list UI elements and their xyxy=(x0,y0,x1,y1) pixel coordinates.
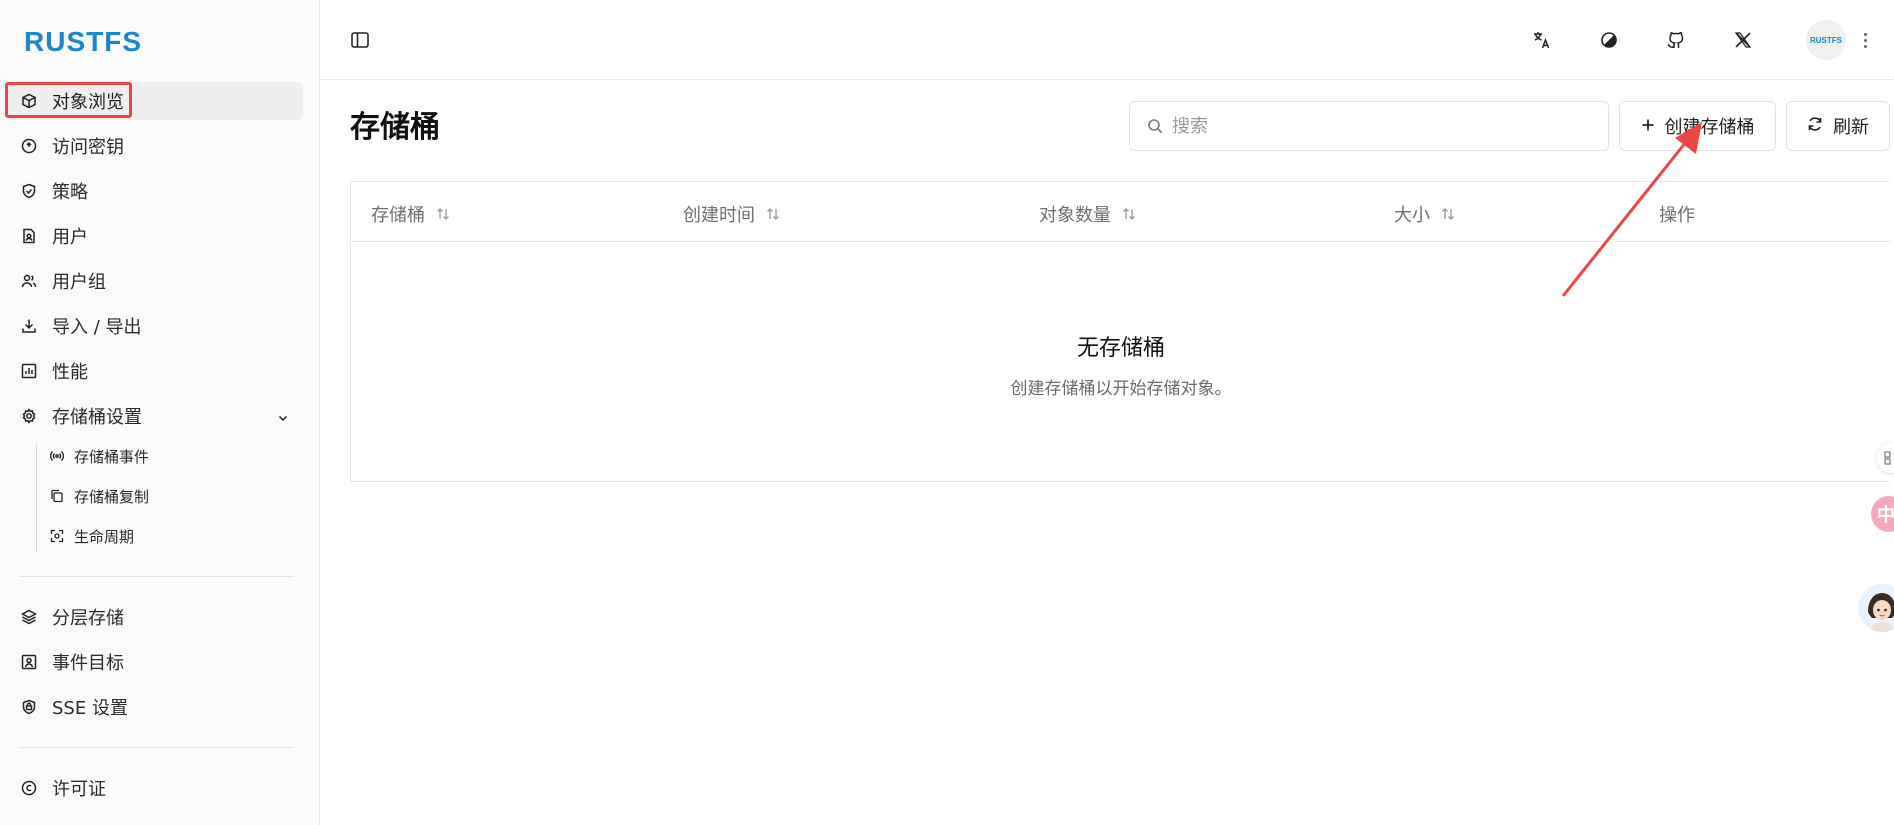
sidebar-subitem-label: 存储桶事件 xyxy=(74,447,150,466)
sidebar-item-bucket-settings[interactable]: 存储桶设置 xyxy=(8,397,303,435)
table-header: 存储桶 创建时间 对象数量 大小 操作 xyxy=(351,182,1891,242)
assistant-avatar-icon[interactable] xyxy=(1858,584,1894,632)
sort-icon[interactable] xyxy=(765,206,781,222)
sidebar-item-label: 事件目标 xyxy=(52,653,124,674)
sidebar-subitem-lifecycle[interactable]: 生命周期 xyxy=(50,521,134,551)
column-label: 创建时间 xyxy=(683,205,755,226)
buckets-table: 存储桶 创建时间 对象数量 大小 操作 无存储桶 创建存储桶以开始存储对象。 xyxy=(350,181,1891,482)
language-float-button[interactable]: 中 xyxy=(1871,496,1894,532)
sort-icon[interactable] xyxy=(435,206,451,222)
page-title: 存储桶 xyxy=(350,110,440,145)
box-icon xyxy=(20,92,38,110)
theme-icon[interactable] xyxy=(1597,28,1621,52)
broadcast-icon xyxy=(50,449,64,463)
column-header-object-count[interactable]: 对象数量 xyxy=(1039,201,1137,227)
sidebar-item-sse-settings[interactable]: SSE 设置 xyxy=(8,688,303,726)
sort-icon[interactable] xyxy=(1440,206,1456,222)
chevron-down-icon[interactable] xyxy=(277,409,289,428)
sidebar-item-label: 许可证 xyxy=(52,779,106,800)
sidebar-item-object-browser[interactable]: 对象浏览 xyxy=(8,82,303,120)
sidebar-item-tiered-storage[interactable]: 分层存储 xyxy=(8,598,303,636)
translate-icon[interactable] xyxy=(1530,28,1554,52)
sidebar-item-label: 分层存储 xyxy=(52,608,124,629)
sidebar-item-access-keys[interactable]: 访问密钥 xyxy=(8,127,303,165)
refresh-icon xyxy=(1807,116,1823,137)
search-box[interactable] xyxy=(1129,101,1609,151)
gear-icon xyxy=(20,407,38,425)
github-icon[interactable] xyxy=(1664,28,1688,52)
column-header-size[interactable]: 大小 xyxy=(1394,201,1456,227)
plus-icon xyxy=(1641,116,1655,137)
sidebar-item-users[interactable]: 用户 xyxy=(8,217,303,255)
column-header-bucket[interactable]: 存储桶 xyxy=(371,201,451,227)
sidebar-item-event-targets[interactable]: 事件目标 xyxy=(8,643,303,681)
shield-check-icon xyxy=(20,182,38,200)
sidebar-divider xyxy=(20,576,294,577)
user-file-icon xyxy=(20,227,38,245)
x-icon[interactable] xyxy=(1731,28,1755,52)
sse-icon xyxy=(20,698,38,716)
empty-state-title: 无存储桶 xyxy=(1076,336,1165,361)
sidebar-item-label: 策略 xyxy=(52,182,88,203)
avatar[interactable]: RUSTFS xyxy=(1806,20,1846,60)
search-input[interactable] xyxy=(1172,115,1592,137)
create-bucket-button[interactable]: 创建存储桶 xyxy=(1619,101,1776,151)
sidebar-item-label: 导入 / 导出 xyxy=(52,317,142,338)
sidebar-item-label: 性能 xyxy=(52,362,88,383)
sort-icon[interactable] xyxy=(1121,206,1137,222)
sidebar-item-label: 存储桶设置 xyxy=(52,407,142,428)
column-label: 操作 xyxy=(1659,205,1695,226)
column-header-actions: 操作 xyxy=(1659,201,1695,227)
sidebar-subitem-label: 生命周期 xyxy=(74,527,135,546)
sidebar-item-label: 访问密钥 xyxy=(52,137,124,158)
sidebar: RUSTFS 对象浏览 访问密钥 策略 用户 用户组 导入 / 导出 性能 存储… xyxy=(0,0,320,825)
sidebar-item-label: 用户组 xyxy=(52,272,106,293)
create-bucket-label: 创建存储桶 xyxy=(1664,117,1755,138)
sidebar-item-license[interactable]: 许可证 xyxy=(8,769,303,807)
column-header-created[interactable]: 创建时间 xyxy=(683,201,781,227)
empty-state-description: 创建存储桶以开始存储对象。 xyxy=(1010,379,1232,399)
topbar: RUSTFS xyxy=(320,0,1894,80)
target-icon xyxy=(20,653,38,671)
sidebar-subitem-bucket-replication[interactable]: 存储桶复制 xyxy=(50,481,149,511)
floating-grid-icon[interactable] xyxy=(1877,443,1894,473)
lifecycle-icon xyxy=(50,529,64,543)
column-label: 存储桶 xyxy=(371,205,425,226)
sidebar-item-performance[interactable]: 性能 xyxy=(8,352,303,390)
refresh-label: 刷新 xyxy=(1833,117,1869,138)
column-label: 对象数量 xyxy=(1039,205,1111,226)
copy-icon xyxy=(50,489,64,503)
chart-icon xyxy=(20,362,38,380)
sidebar-subitem-label: 存储桶复制 xyxy=(74,487,150,506)
sidebar-item-label: 用户 xyxy=(52,227,88,248)
sidebar-toggle-icon[interactable] xyxy=(350,30,372,52)
layers-icon xyxy=(20,608,38,626)
key-circle-icon xyxy=(20,137,38,155)
sidebar-item-groups[interactable]: 用户组 xyxy=(8,262,303,300)
submenu-rail xyxy=(36,442,37,552)
more-menu-icon[interactable] xyxy=(1860,28,1870,52)
refresh-button[interactable]: 刷新 xyxy=(1786,101,1890,151)
logo[interactable]: RUSTFS xyxy=(24,26,142,58)
sidebar-divider xyxy=(20,747,294,748)
download-icon xyxy=(20,317,38,335)
search-icon xyxy=(1146,117,1164,135)
copyright-icon xyxy=(20,779,38,797)
sidebar-item-label: SSE 设置 xyxy=(52,698,128,719)
users-icon xyxy=(20,272,38,290)
column-label: 大小 xyxy=(1394,205,1430,226)
sidebar-item-import-export[interactable]: 导入 / 导出 xyxy=(8,307,303,345)
sidebar-subitem-bucket-events[interactable]: 存储桶事件 xyxy=(50,441,149,471)
sidebar-item-policies[interactable]: 策略 xyxy=(8,172,303,210)
sidebar-item-label: 对象浏览 xyxy=(52,92,124,113)
